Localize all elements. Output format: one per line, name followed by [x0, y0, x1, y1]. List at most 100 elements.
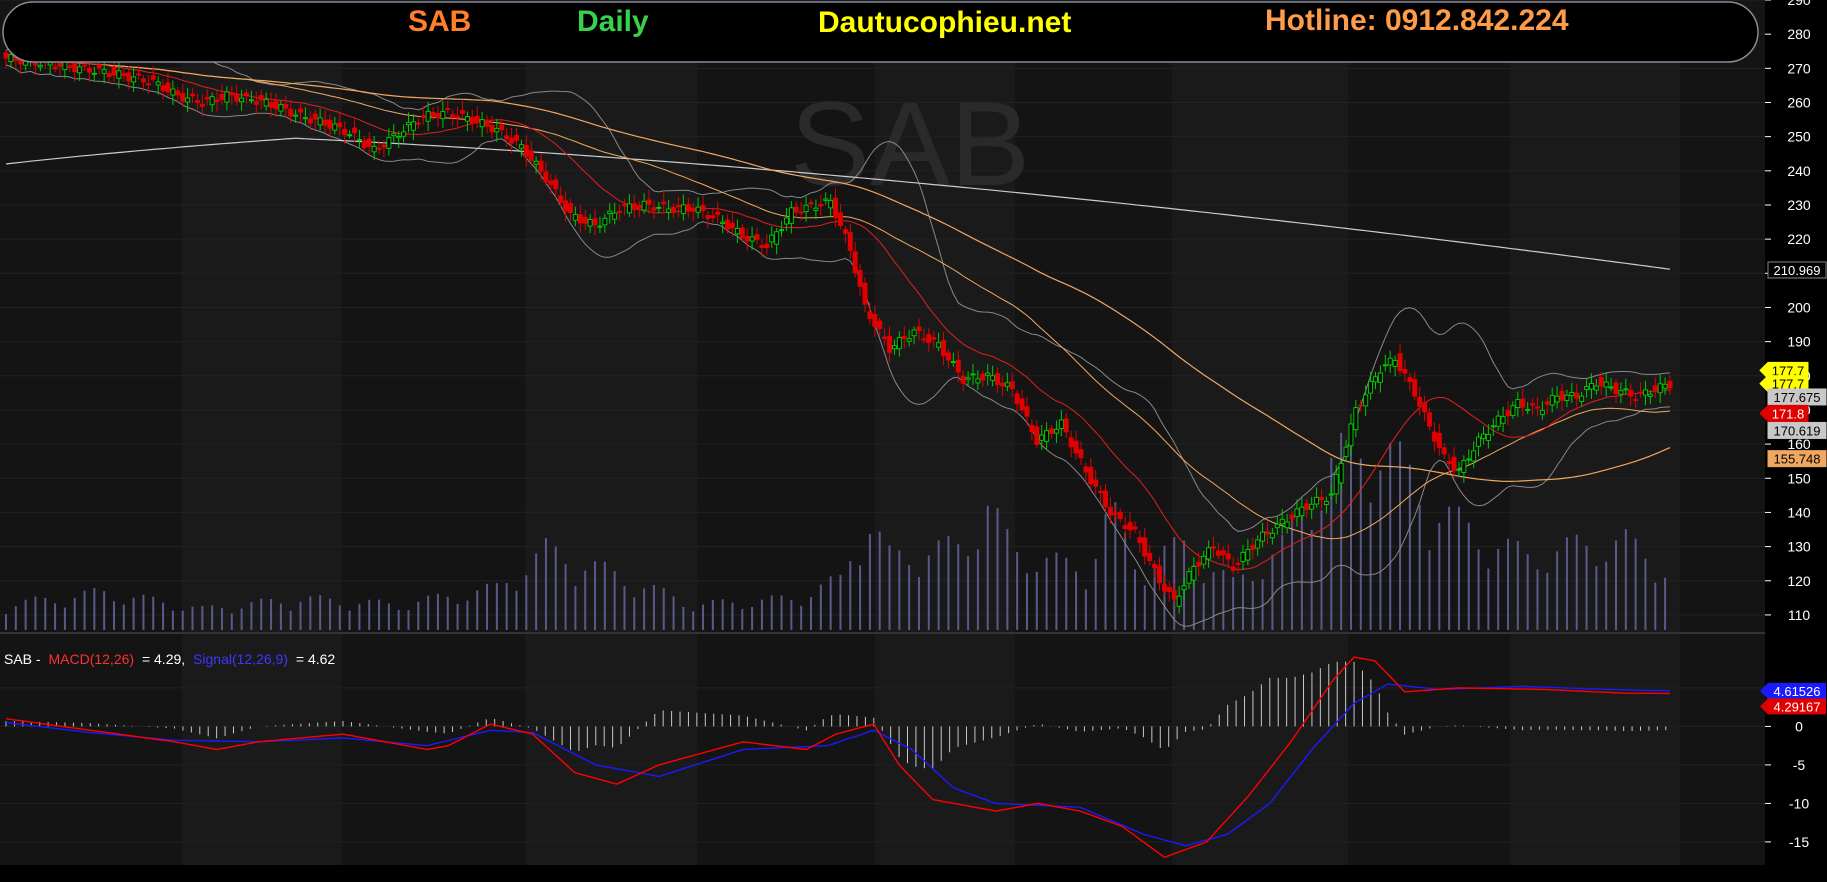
- volume-bar: [211, 605, 214, 630]
- candle-body: [1068, 437, 1074, 448]
- candle-body: [322, 119, 328, 126]
- volume-bar: [417, 601, 420, 630]
- candle-body: [1235, 562, 1241, 565]
- candle-body: [1564, 394, 1570, 402]
- candle-body: [3, 52, 9, 59]
- month-band: [525, 0, 697, 632]
- candle-body: [469, 116, 475, 124]
- macd-panel: SAB - MACD(12,26) = 4.29, Signal(12,26,9…: [0, 634, 1765, 865]
- candle-body: [352, 127, 358, 134]
- y-tick-label: 230: [1787, 197, 1811, 213]
- volume-bar: [692, 611, 695, 630]
- volume-bar: [1084, 589, 1087, 630]
- candle-body: [1436, 432, 1442, 448]
- candle-body: [901, 336, 907, 340]
- candle-body: [936, 342, 942, 348]
- signal-legend-value: = 4.62: [296, 651, 336, 667]
- candle-body: [558, 195, 564, 203]
- candle-body: [1284, 521, 1290, 529]
- volume-bar: [751, 607, 754, 630]
- candle-body: [960, 375, 966, 384]
- volume-bar: [967, 556, 970, 630]
- candle-body: [258, 94, 264, 101]
- candle-body: [813, 207, 819, 211]
- candle-body: [715, 211, 721, 216]
- price-badge-text: 155.748: [1774, 452, 1821, 467]
- y-tick-label: 130: [1787, 539, 1811, 555]
- candle-body: [523, 144, 529, 158]
- candle-body: [1264, 531, 1270, 535]
- volume-bar: [1035, 571, 1038, 630]
- volume-bar: [1369, 502, 1372, 630]
- candle-body: [386, 137, 392, 149]
- volume-bar: [1232, 577, 1235, 630]
- candle-body: [700, 204, 706, 212]
- header-banner: SAB Daily Dautucophieu.net Hotline: 0912…: [2, 1, 1759, 63]
- volume-bar: [662, 588, 665, 630]
- candle-body: [1294, 508, 1300, 518]
- candle-body: [729, 222, 735, 229]
- candle-body: [1476, 436, 1482, 447]
- candle-body: [1554, 395, 1560, 403]
- candle-body: [808, 202, 814, 205]
- candle-body: [862, 282, 868, 305]
- y-tick-label: 250: [1787, 129, 1811, 145]
- candle-body: [86, 67, 92, 73]
- candle-body: [1461, 460, 1467, 473]
- volume-bar: [1565, 537, 1568, 630]
- candle-body: [1014, 393, 1020, 405]
- candle-body: [1142, 537, 1148, 557]
- volume-bar: [1271, 554, 1274, 630]
- candle-body: [759, 244, 765, 248]
- volume-bar: [1546, 572, 1549, 630]
- volume-bar: [122, 604, 125, 630]
- volume-bar: [515, 590, 518, 630]
- candle-body: [602, 217, 608, 226]
- macd-badge-text: 4.61526: [1774, 684, 1821, 699]
- candle-body: [1245, 548, 1251, 561]
- candle-body: [872, 313, 878, 327]
- candle-body: [739, 227, 745, 239]
- candle-body: [1191, 565, 1197, 581]
- candle-body: [145, 83, 151, 86]
- volume-bar: [1467, 522, 1470, 630]
- y-tick-label: 240: [1787, 163, 1811, 179]
- candle-body: [302, 117, 308, 120]
- volume-bar: [289, 610, 292, 630]
- volume-bar: [171, 610, 174, 630]
- candle-body: [1628, 389, 1634, 397]
- volume-bar: [1457, 506, 1460, 630]
- volume-bar: [819, 584, 822, 630]
- candle-body: [1657, 383, 1663, 394]
- volume-bar: [446, 596, 449, 630]
- candle-body: [1490, 425, 1496, 428]
- candle-body: [347, 134, 353, 137]
- volume-bar: [1212, 572, 1215, 630]
- price-badge-text: 171.8: [1772, 406, 1805, 421]
- candle-body: [1539, 409, 1545, 416]
- volume-bar: [1330, 457, 1333, 630]
- candle-body: [47, 62, 53, 66]
- price-y-axis: 1101201301401501601701801902002102202302…: [1765, 0, 1827, 632]
- candle-body: [1260, 531, 1266, 542]
- candle-body: [612, 212, 618, 220]
- candle-body: [96, 64, 102, 69]
- volume-bar: [888, 545, 891, 630]
- volume-bar: [1143, 585, 1146, 630]
- volume-bar: [721, 599, 724, 630]
- candle-body: [1579, 395, 1585, 402]
- volume-bar: [1320, 510, 1323, 630]
- candle-body: [1544, 401, 1550, 405]
- candle-body: [1534, 406, 1540, 409]
- candle-body: [1623, 388, 1629, 391]
- candle-body: [764, 243, 770, 249]
- candle-body: [283, 104, 289, 109]
- candle-body: [1181, 585, 1187, 591]
- candle-body: [435, 113, 441, 119]
- candle-body: [455, 115, 461, 119]
- candle-body: [1122, 525, 1128, 530]
- candle-body: [1230, 566, 1236, 571]
- candle-body: [1613, 382, 1619, 395]
- candle-body: [229, 92, 235, 96]
- candle-body: [818, 203, 824, 207]
